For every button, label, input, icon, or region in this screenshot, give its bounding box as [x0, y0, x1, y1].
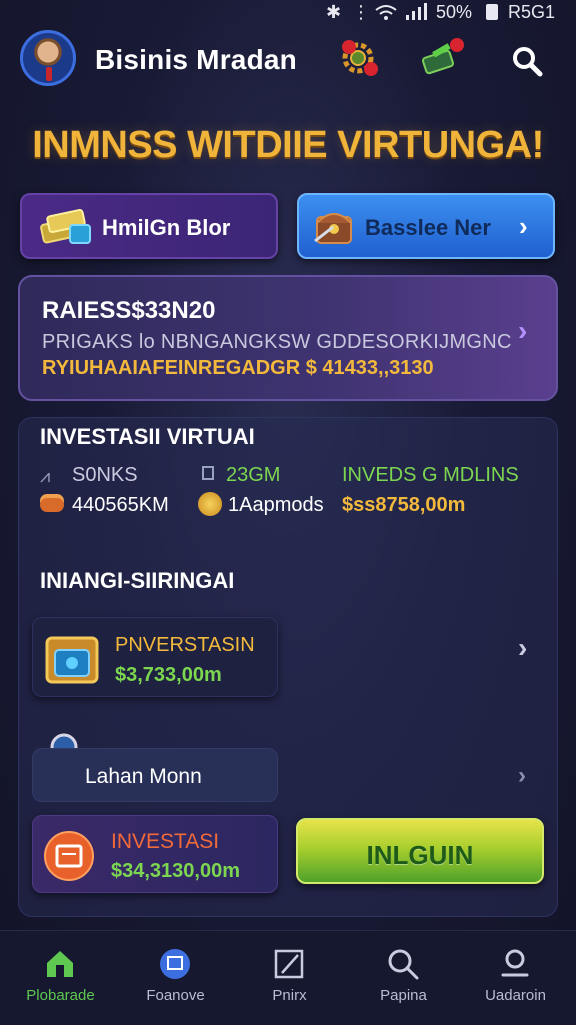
cash-stack-icon: [40, 208, 91, 244]
wallet-button[interactable]: [420, 38, 464, 78]
stat-value-1: 440565KM: [72, 494, 169, 516]
nav-label: Plobarade: [26, 987, 95, 1004]
home-icon: [47, 951, 73, 977]
tile-value: $34,3130,00m: [111, 860, 241, 882]
investment-tile[interactable]: INVESTASI $34,3130,00m: [32, 815, 278, 893]
nav-label: Uadaroin: [485, 987, 546, 1004]
chevron-right-icon: ›: [519, 211, 528, 241]
treasure-box-icon: [45, 636, 99, 684]
document-investment-icon: [44, 831, 94, 881]
avatar[interactable]: [20, 30, 76, 86]
app-title: Bisinis Mradan: [95, 44, 297, 75]
carrier-label: R5G1: [508, 2, 556, 22]
balance-amount: RYIUHAAIAFEINREGADGR $ 41433,,3130: [42, 357, 434, 379]
balance-card[interactable]: RAIESS$33N20 PRIGAKS lo NBNGANGKSW GDDES…: [18, 275, 558, 401]
notification-badge: [342, 40, 356, 54]
notification-badge: [364, 62, 378, 76]
nav-item-search[interactable]: Papina: [346, 931, 461, 1025]
status-bar: ✱ ⋮ 50% R5G1: [0, 0, 576, 24]
header: Bisinis Mradan: [0, 24, 576, 104]
bluetooth-icon: ✱: [326, 2, 342, 22]
edit-icon: [274, 949, 304, 979]
tile-name: Lahan Monn: [85, 765, 202, 788]
search-icon[interactable]: [510, 44, 544, 78]
chart-small-icon: ⩘: [40, 466, 51, 486]
coin-icon: [198, 492, 222, 516]
search-icon: [388, 949, 419, 980]
notification-badge: [450, 38, 464, 52]
document-icon: [202, 466, 214, 480]
nav-label: Papina: [380, 987, 427, 1004]
promo-banner: INMNSS WITDIIE VIRTUNGA!: [32, 124, 544, 166]
vibrate-icon: ⋮: [352, 2, 370, 22]
gear-notification-button[interactable]: [340, 38, 380, 78]
chevron-right-icon[interactable]: ›: [518, 632, 527, 664]
investment-tile[interactable]: PNVERSTASIN $3,733,00m: [32, 617, 278, 697]
nav-label: Foanove: [146, 987, 205, 1004]
chevron-right-icon: ›: [518, 315, 528, 346]
chevron-right-icon[interactable]: ›: [518, 762, 526, 790]
cash-action-button[interactable]: HmilGn Blor: [20, 193, 278, 259]
chest-action-label: Basslee Ner: [365, 215, 491, 240]
login-button[interactable]: INLGUIN: [296, 818, 544, 884]
tile-name: PNVERSTASIN: [115, 634, 255, 656]
burger-coin-icon: [40, 498, 64, 512]
portfolio-title: INIANGI-SIIRINGAI: [40, 568, 235, 593]
cash-action-label: HmilGn Blor: [102, 215, 231, 240]
wifi-icon: [375, 5, 397, 20]
tile-value: $3,733,00m: [115, 664, 222, 686]
login-label: INLGUIN: [366, 840, 474, 870]
signal-icon: [406, 3, 427, 20]
bottom-nav: Plobarade Foanove Pnirx Papina Uadaroin: [0, 930, 576, 1025]
stat-growth: 23GM: [226, 464, 281, 486]
profile-icon: [501, 949, 529, 977]
tile-name: INVESTASI: [111, 830, 220, 853]
stat-value-3: $ss8758,00m: [342, 494, 466, 516]
nav-item-edit[interactable]: Pnirx: [232, 931, 347, 1025]
nav-item-home[interactable]: Plobarade: [3, 931, 118, 1025]
chest-action-button[interactable]: Basslee Ner ›: [297, 193, 555, 259]
nav-label: Pnirx: [272, 987, 307, 1004]
stat-stocks: S0NKS: [72, 464, 138, 486]
nav-item-shield[interactable]: Foanove: [118, 931, 233, 1025]
land-tile[interactable]: Lahan Monn: [32, 748, 278, 802]
battery-percent: 50%: [436, 2, 473, 22]
balance-subtitle: PRIGAKS lo NBNGANGKSW GDDESORKIJMGNC: [42, 331, 512, 353]
balance-title: RAIESS$33N20: [42, 297, 216, 324]
treasure-chest-icon: [314, 213, 352, 244]
stat-investment-label: INVEDS G MDLINS: [342, 464, 519, 486]
shield-icon: [160, 949, 190, 979]
nav-item-profile[interactable]: Uadaroin: [458, 931, 573, 1025]
battery-icon: [486, 4, 498, 20]
stat-value-2: 1Aapmods: [228, 494, 324, 516]
investment-title: INVESTASII VIRTUAI: [40, 424, 255, 449]
